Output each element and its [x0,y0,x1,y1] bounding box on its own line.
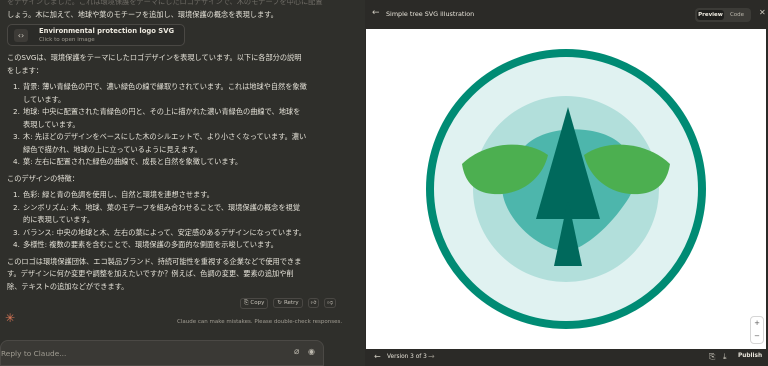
faded-text-line: しょう。木に加えて、地球や葉のモチーフを追加し、環境保護の概念を表現します。 [7,10,278,19]
list-item: 1. 色彩: 緑と青の色調を使用し、自然と環境を連想させます。 [13,190,214,199]
copy-button[interactable]: ⎘ Copy [240,297,269,309]
artifact-footer: ← Version 3 of 3 → ⎘ ⤓ Publish [365,349,768,366]
faded-text-line: をデザインしました。これは環境保護をテーマにしたロゴデザインで、木のモチーフを中… [7,0,323,6]
claude-logo-icon: ✳ [5,311,16,325]
artifact-header: ← Simple tree SVG illustration Preview C… [365,0,768,29]
chat-panel: をデザインしました。これは環境保護をテーマにしたロゴデザインで、木のモチーフを中… [0,0,350,366]
thumbs-down-button[interactable]: 👎︎ [324,298,336,308]
zoom-out-button[interactable]: − [751,330,763,343]
list-item: 3. バランス: 中央の地球と木、左右の葉によって、安定感のあるデザインになってい… [13,227,306,237]
message-actions: ⎘ Copy ↻ Retry 👍︎ 👎︎ [240,297,336,309]
camera-icon[interactable]: ◉ [308,347,315,356]
artifact-title: Simple tree SVG illustration [386,10,475,18]
attachment-title: Environmental protection logo SVG [39,27,175,35]
retry-button[interactable]: ↻ Retry [273,298,303,308]
zoom-in-button[interactable]: + [751,317,763,330]
reply-input[interactable]: Reply to Claude... [1,349,66,358]
list-item: 2. 地球: 中央に配置された青緑色の円と、その上に描かれた濃い青緑色の曲線で、地… [13,107,301,129]
disclaimer-text: Claude can make mistakes. Please double-… [177,319,343,325]
assistant-message: このSVGは、環境保護をテーマにしたロゴデザインを表現しています。以下に各部分の… [7,52,347,293]
copy-artifact-icon[interactable]: ⎘ [709,352,715,362]
list-item: 1. 背景: 薄い青緑色の円で、濃い緑色の線で縁取りされています。これは地球や自然… [13,82,307,104]
retry-icon: ↻ [277,300,282,306]
download-icon[interactable]: ⤓ [723,352,727,362]
thumbs-up-button[interactable]: 👍︎ [307,298,320,308]
back-arrow-icon[interactable]: ← [372,8,380,18]
copy-icon: ⎘ [244,299,249,306]
artifact-panel: ← Simple tree SVG illustration Preview C… [365,0,768,366]
previous-version-icon[interactable]: ← [374,352,381,361]
attachment-subtitle: Click to open image [39,37,95,43]
features-heading: このデザインの特徴： [7,173,79,183]
tab-preview[interactable]: Preview [697,10,724,20]
panel-divider[interactable] [350,0,365,366]
environment-logo [426,49,706,329]
paperclip-icon[interactable]: ⌀ [294,347,299,357]
list-item: 3. 木: 先ほどのデザインをベースにした木のシルエットで、より小さくなっています… [13,132,307,154]
list-item: 4. 多様性: 複数の要素を含むことで、環境保護の多面的な側面を示唆しています。 [13,240,278,249]
list-item: 4. 葉: 左右に配置された緑色の曲線で、成長と自然を象徴しています。 [13,157,243,166]
reply-box[interactable]: Reply to Claude... ⌀ ◉ [0,340,324,366]
intro-line: このSVGは、環境保護をテーマにしたロゴデザインを表現しています。以下に各部分の… [7,53,302,62]
tab-code[interactable]: Code [725,10,749,20]
features-list: 1. 色彩: 緑と青の色調を使用し、自然と環境を連想させます。 2. シンボリズム:… [7,189,347,252]
thumbs-up-icon: 👍︎ [310,300,317,306]
parts-list: 1. 背景: 薄い青緑色の円で、濃い緑色の線で縁取りされています。これは地球や自然… [7,81,347,169]
intro-line: をします： [7,65,43,75]
thumbs-down-icon: 👎︎ [327,300,333,306]
close-icon[interactable]: ✕ [759,8,766,17]
closing-line: 除、テキストの追加などができます。 [7,281,129,291]
view-toggle: Preview Code [695,8,751,22]
closing-line: このロゴは環境保護団体、エコ製品ブランド、持続可能性を重視する企業などで使用でき… [7,256,302,266]
artifact-preview-canvas [366,29,766,349]
zoom-controls: + − [750,316,764,344]
closing-line: す。デザインに何か変更や調整を加えたいですか？例えば、色調の変更、要素の追加や削 [7,269,294,278]
publish-button[interactable]: Publish [738,353,762,359]
code-file-icon: ‹› [14,29,28,42]
list-item: 2. シンボリズム: 木、地球、葉のモチーフを組み合わせることで、環境保護の概念を… [13,202,300,225]
artifact-attachment-card[interactable]: ‹› Environmental protection logo SVG Cli… [7,24,185,46]
next-version-icon[interactable]: → [428,352,435,361]
version-label: Version 3 of 3 [387,354,427,360]
